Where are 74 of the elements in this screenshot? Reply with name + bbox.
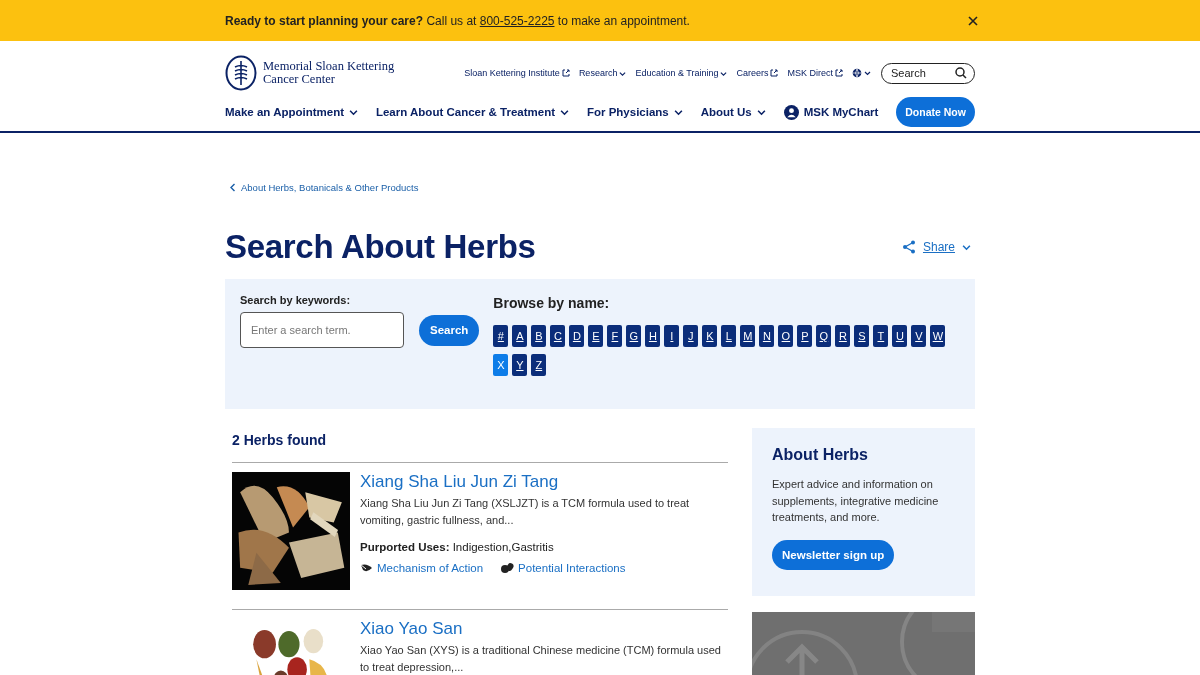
letter-tab[interactable]: A (512, 325, 528, 347)
nav-menu-item[interactable]: Learn About Cancer & Treatment (375, 106, 570, 118)
browse-label: Browse by name: (493, 295, 611, 311)
pills-icon (501, 562, 515, 574)
breadcrumb-link[interactable]: About Herbs, Botanicals & Other Products (229, 182, 419, 193)
caret-icon (756, 107, 766, 117)
chevron-icon (229, 183, 236, 192)
caret-icon (349, 107, 359, 117)
letter-tab[interactable]: G (626, 325, 642, 347)
caret-icon (560, 107, 570, 117)
letter-tab[interactable]: # (493, 325, 509, 347)
page-title: Search About Herbs (225, 228, 536, 266)
logo-icon[interactable] (225, 55, 257, 91)
search-term-field[interactable]: Enter a search term. (240, 312, 404, 348)
nav-menu-item[interactable]: For Physicians (586, 106, 683, 118)
account-icon (783, 104, 799, 120)
letter-tab[interactable]: I (664, 325, 680, 347)
letter-tab[interactable]: N (759, 325, 775, 347)
nav-menu-item[interactable]: Make an Appointment (225, 106, 359, 118)
letter-tab[interactable]: C (550, 325, 566, 347)
donate-button[interactable]: Donate Now (896, 97, 975, 127)
letter-tab[interactable]: L (721, 325, 737, 347)
letter-tab[interactable]: K (702, 325, 718, 347)
caret-icon (673, 107, 683, 117)
newsletter-button[interactable]: Newsletter sign up (772, 539, 895, 570)
letter-tab[interactable]: P (797, 325, 813, 347)
nav-menu-item[interactable]: About Us (700, 106, 766, 118)
letter-tab[interactable]: Q (816, 325, 832, 347)
leaf-icon (360, 562, 373, 574)
share-link[interactable]: Share (901, 240, 971, 254)
letter-tab[interactable]: H (645, 325, 661, 347)
letter-tab[interactable]: T (873, 325, 889, 347)
globe-icon[interactable] (852, 68, 872, 78)
letter-tab[interactable]: U (892, 325, 908, 347)
card-title: About Herbs (772, 446, 869, 464)
herb-section-link[interactable]: Mechanism of Action (360, 562, 484, 574)
utility-link[interactable]: Sloan Kettering Institute (464, 68, 570, 78)
close-icon[interactable] (968, 15, 978, 26)
caret-icon (962, 242, 971, 252)
herb-title-link[interactable]: Xiao Yao San (360, 619, 728, 639)
letter-tab[interactable]: F (607, 325, 623, 347)
letter-tab[interactable]: E (588, 325, 604, 347)
letter-tab[interactable]: D (569, 325, 585, 347)
utility-link[interactable]: MSK Direct (787, 68, 843, 78)
banner-message: Ready to start planning your care? Call us at 800-525-2225 to make an appointment. (225, 13, 690, 28)
herb-section-link[interactable]: Potential Interactions (501, 562, 626, 574)
herb-description: Xiang Sha Liu Jun Zi Tang (XSLJZT) is a TCM formula used to treat vomiting, gastric fullness, and... (360, 496, 691, 528)
letter-tab[interactable]: B (531, 325, 547, 347)
share-icon (901, 240, 916, 254)
letter-tab[interactable]: Z (531, 354, 547, 376)
letter-tab[interactable]: V (911, 325, 927, 347)
letter-tab[interactable]: R (835, 325, 851, 347)
utility-link[interactable]: Research (578, 68, 627, 78)
nav-menu-item[interactable]: MSK MyChart (783, 104, 879, 120)
utility-link[interactable]: Careers (736, 68, 779, 78)
herb-description: Xiao Yao San (XYS) is a traditional Chinese medicine (TCM) formula used to treat depression,... (360, 643, 722, 675)
utility-link[interactable]: Education & Training (635, 68, 728, 78)
search-icon[interactable] (955, 67, 967, 79)
letter-tab[interactable]: J (683, 325, 699, 347)
logo-wordmark[interactable]: Memorial Sloan Kettering Cancer Center (263, 60, 395, 86)
letter-tab[interactable]: W (930, 325, 946, 347)
herb-title-link[interactable]: Xiang Sha Liu Jun Zi Tang (360, 472, 728, 492)
results-count: 2 Herbs found (232, 432, 728, 463)
search-field[interactable]: Search (881, 62, 975, 84)
purported-uses: Purported Uses: Indigestion,Gastritis (360, 541, 555, 553)
letter-tab[interactable]: O (778, 325, 794, 347)
letter-tab[interactable]: S (854, 325, 870, 347)
letter-tab[interactable]: M (740, 325, 756, 347)
letter-tab[interactable]: X (493, 354, 509, 376)
letter-tab[interactable]: Y (512, 354, 528, 376)
search-button[interactable]: Search (419, 314, 480, 346)
field-label: Search by keywords: (240, 294, 352, 306)
phone-link[interactable]: 800-525-2225 (479, 13, 555, 28)
card-text: Expert advice and information on supplements, integrative medicine treatments, and more. (772, 477, 940, 525)
